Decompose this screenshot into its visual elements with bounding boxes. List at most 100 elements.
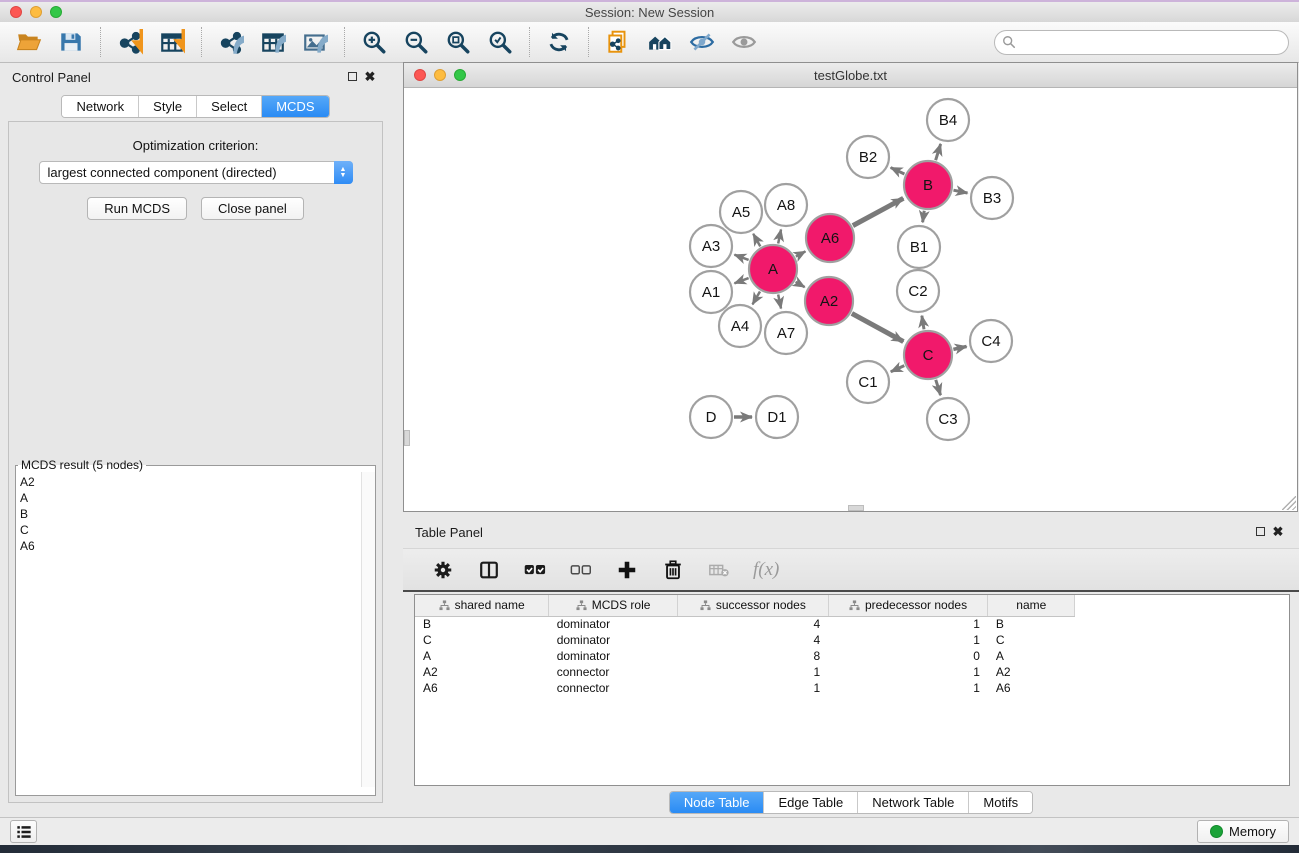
- network-canvas[interactable]: B4B2BB3A8A5A6A3B1AC2A1A2A4A7C4CC1C3DD1: [404, 88, 1297, 511]
- cell-shared-name[interactable]: A: [415, 648, 549, 664]
- column-header-successor-nodes[interactable]: successor nodes: [677, 595, 828, 616]
- cell-MCDS-role[interactable]: connector: [549, 680, 678, 696]
- cell-MCDS-role[interactable]: dominator: [549, 616, 678, 632]
- canvas-vertical-scroll-thumb[interactable]: [404, 430, 410, 446]
- column-header-name[interactable]: name: [988, 595, 1075, 616]
- add-column-button[interactable]: [615, 558, 639, 582]
- export-table-button[interactable]: [258, 27, 288, 57]
- export-image-button[interactable]: [300, 27, 330, 57]
- column-visibility-button[interactable]: [477, 558, 501, 582]
- zoom-out-button[interactable]: [401, 27, 431, 57]
- run-mcds-button[interactable]: Run MCDS: [87, 197, 187, 220]
- graph-edge-A-A8[interactable]: [778, 229, 781, 243]
- graph-node-A7[interactable]: A7: [765, 312, 807, 354]
- criterion-select[interactable]: largest connected component (directed) ▲…: [39, 161, 353, 184]
- apply-layout-button[interactable]: [544, 27, 574, 57]
- result-list-scrollbar[interactable]: [361, 472, 375, 787]
- graph-node-C1[interactable]: C1: [847, 361, 889, 403]
- table-row-A6[interactable]: A6connector11A6: [415, 680, 1289, 696]
- memory-button[interactable]: Memory: [1197, 820, 1289, 843]
- new-network-from-selection-button[interactable]: [603, 27, 633, 57]
- mcds-result-item[interactable]: A2: [20, 474, 357, 490]
- cell-successor-nodes[interactable]: 8: [677, 648, 828, 664]
- graph-edge-A-A4[interactable]: [753, 292, 760, 305]
- close-panel-button-inner[interactable]: Close panel: [201, 197, 304, 220]
- cell-predecessor-nodes[interactable]: 0: [828, 648, 988, 664]
- cell-name[interactable]: B: [988, 616, 1075, 632]
- graph-node-A8[interactable]: A8: [765, 184, 807, 226]
- graph-edge-B-B4[interactable]: [936, 144, 941, 160]
- tab-select[interactable]: Select: [196, 96, 261, 117]
- mcds-result-item[interactable]: B: [20, 506, 357, 522]
- mcds-result-item[interactable]: A: [20, 490, 357, 506]
- cell-name[interactable]: C: [988, 632, 1075, 648]
- table-row-B[interactable]: Bdominator41B: [415, 616, 1289, 632]
- graph-edge-B-B2[interactable]: [891, 168, 905, 174]
- canvas-horizontal-scroll-thumb[interactable]: [848, 505, 864, 511]
- graph-edge-A6-B[interactable]: [853, 198, 904, 225]
- table-row-C[interactable]: Cdominator41C: [415, 632, 1289, 648]
- column-header-shared-name[interactable]: shared name: [415, 595, 549, 616]
- table-row-A[interactable]: Adominator80A: [415, 648, 1289, 664]
- cell-shared-name[interactable]: C: [415, 632, 549, 648]
- open-session-button[interactable]: [14, 27, 44, 57]
- cell-MCDS-role[interactable]: connector: [549, 664, 678, 680]
- task-history-button[interactable]: [10, 820, 37, 843]
- graph-node-A[interactable]: A: [749, 245, 797, 293]
- close-panel-button[interactable]: ✖: [361, 69, 379, 85]
- zoom-selected-button[interactable]: [485, 27, 515, 57]
- graph-node-C[interactable]: C: [904, 331, 952, 379]
- mcds-result-item[interactable]: A6: [20, 538, 357, 554]
- column-header-MCDS-role[interactable]: MCDS role: [549, 595, 678, 616]
- tab-motifs[interactable]: Motifs: [968, 792, 1032, 813]
- tab-edge-table[interactable]: Edge Table: [763, 792, 857, 813]
- table-settings-button[interactable]: [431, 558, 455, 582]
- zoom-fit-button[interactable]: [443, 27, 473, 57]
- import-network-button[interactable]: [115, 27, 145, 57]
- window-resize-grip[interactable]: [1282, 496, 1296, 510]
- graph-edge-C-C4[interactable]: [953, 346, 966, 349]
- first-neighbors-button[interactable]: [645, 27, 675, 57]
- graph-node-B4[interactable]: B4: [927, 99, 969, 141]
- cell-successor-nodes[interactable]: 4: [677, 616, 828, 632]
- graph-edge-A-A6[interactable]: [796, 251, 806, 256]
- cell-MCDS-role[interactable]: dominator: [549, 632, 678, 648]
- column-header-predecessor-nodes[interactable]: predecessor nodes: [828, 595, 988, 616]
- graph-node-B3[interactable]: B3: [971, 177, 1013, 219]
- graph-node-C2[interactable]: C2: [897, 270, 939, 312]
- cell-shared-name[interactable]: A2: [415, 664, 549, 680]
- select-all-rows-button[interactable]: [523, 558, 547, 582]
- float-panel-button[interactable]: [343, 70, 361, 84]
- cell-successor-nodes[interactable]: 1: [677, 680, 828, 696]
- import-table-button[interactable]: [157, 27, 187, 57]
- graph-edge-B-B3[interactable]: [953, 190, 967, 193]
- graph-node-A3[interactable]: A3: [690, 225, 732, 267]
- graph-node-A6[interactable]: A6: [806, 214, 854, 262]
- tab-mcds[interactable]: MCDS: [261, 96, 328, 117]
- cell-MCDS-role[interactable]: dominator: [549, 648, 678, 664]
- cell-shared-name[interactable]: B: [415, 616, 549, 632]
- graph-edge-A-A2[interactable]: [796, 282, 805, 287]
- tab-network[interactable]: Network: [62, 96, 138, 117]
- graph-node-B[interactable]: B: [904, 161, 952, 209]
- cell-name[interactable]: A: [988, 648, 1075, 664]
- tab-node-table[interactable]: Node Table: [670, 792, 764, 813]
- cell-shared-name[interactable]: A6: [415, 680, 549, 696]
- cell-predecessor-nodes[interactable]: 1: [828, 664, 988, 680]
- cell-name[interactable]: A2: [988, 664, 1075, 680]
- graph-edge-A-A1[interactable]: [734, 278, 748, 283]
- search-input[interactable]: [994, 30, 1289, 55]
- graph-node-A4[interactable]: A4: [719, 305, 761, 347]
- cell-predecessor-nodes[interactable]: 1: [828, 632, 988, 648]
- graph-node-C4[interactable]: C4: [970, 320, 1012, 362]
- graph-edge-C-C3[interactable]: [936, 380, 941, 395]
- cell-predecessor-nodes[interactable]: 1: [828, 616, 988, 632]
- delete-column-button[interactable]: [661, 558, 685, 582]
- tab-style[interactable]: Style: [138, 96, 196, 117]
- function-builder-button[interactable]: f(x): [753, 559, 779, 581]
- graph-node-B2[interactable]: B2: [847, 136, 889, 178]
- cell-successor-nodes[interactable]: 4: [677, 632, 828, 648]
- hide-selected-button[interactable]: [687, 27, 717, 57]
- delete-table-button[interactable]: [707, 558, 731, 582]
- float-table-panel-button[interactable]: [1251, 525, 1269, 539]
